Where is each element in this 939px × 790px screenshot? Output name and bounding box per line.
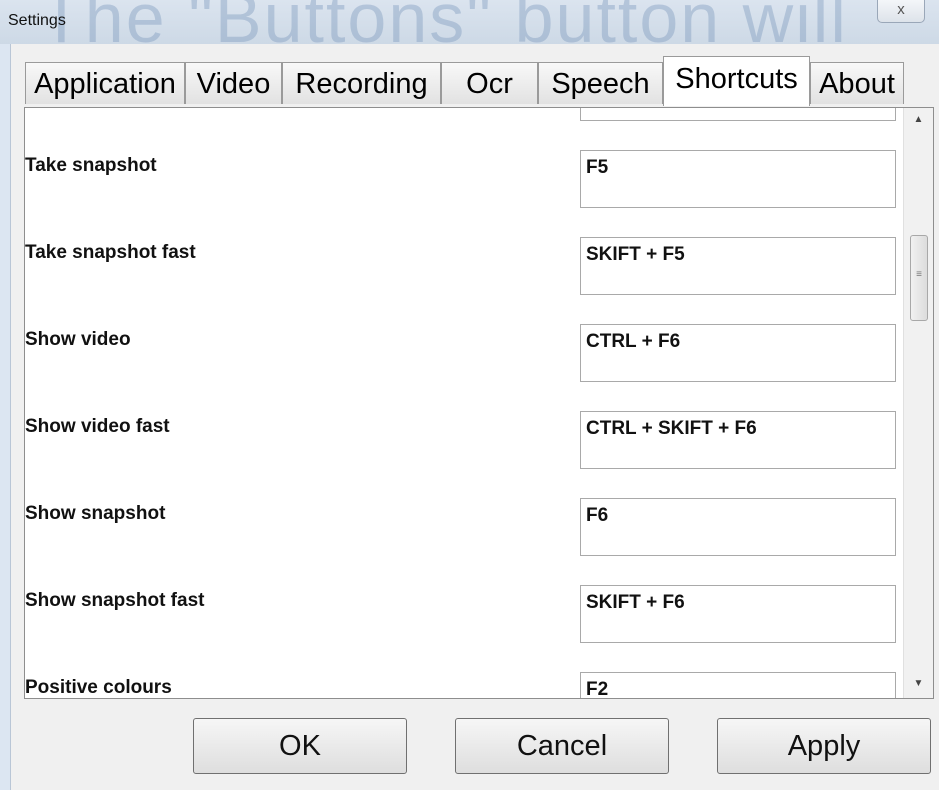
shortcut-row: Show snapshot fast SKIFT + F6 <box>25 556 903 644</box>
shortcut-row: Show video fast CTRL + SKIFT + F6 <box>25 382 903 470</box>
tab-application[interactable]: Application <box>25 62 185 104</box>
shortcut-field[interactable]: CTRL + SKIFT + F6 <box>580 411 896 469</box>
scroll-thumb[interactable]: ≡ <box>910 235 928 321</box>
shortcut-row: Show video CTRL + F6 <box>25 295 903 383</box>
grip-icon: ≡ <box>916 269 922 280</box>
shortcut-field[interactable]: SKIFT + F5 <box>580 237 896 295</box>
shortcut-label: Show video <box>25 329 131 350</box>
tab-shortcuts[interactable]: Shortcuts <box>663 56 810 106</box>
tab-speech[interactable]: Speech <box>538 62 663 104</box>
shortcut-row: Show snapshot F6 <box>25 469 903 557</box>
window-title: Settings <box>8 12 66 29</box>
shortcut-list: Take snapshot F5 Take snapshot fast SKIF… <box>25 108 903 698</box>
shortcut-label: Take snapshot fast <box>25 242 196 263</box>
ok-button[interactable]: OK <box>193 718 407 774</box>
cancel-button[interactable]: Cancel <box>455 718 669 774</box>
shortcut-field[interactable]: CTRL + F6 <box>580 324 896 382</box>
vertical-scrollbar[interactable]: ▲ ≡ ▼ <box>903 108 933 698</box>
shortcut-label: Show video fast <box>25 416 170 437</box>
settings-dialog: Application Video Recording Ocr Speech S… <box>11 44 939 790</box>
shortcut-field[interactable]: F5 <box>580 150 896 208</box>
shortcuts-panel: Take snapshot F5 Take snapshot fast SKIF… <box>24 107 934 699</box>
tab-about[interactable]: About <box>810 62 904 104</box>
shortcut-field[interactable]: F2 <box>580 672 896 698</box>
shortcut-row <box>25 108 903 122</box>
tab-video[interactable]: Video <box>185 62 282 104</box>
up-arrow-icon[interactable]: ▲ <box>904 110 933 130</box>
apply-button[interactable]: Apply <box>717 718 931 774</box>
close-button[interactable]: x <box>877 0 925 23</box>
background-ghost-text: The "Buttons" button will <box>40 0 848 44</box>
tab-ocr[interactable]: Ocr <box>441 62 538 104</box>
window-left-edge <box>0 44 11 790</box>
shortcut-field[interactable]: SKIFT + F6 <box>580 585 896 643</box>
close-icon: x <box>897 1 905 18</box>
shortcut-label: Positive colours <box>25 677 172 698</box>
shortcut-label: Show snapshot <box>25 503 166 524</box>
shortcut-label: Show snapshot fast <box>25 590 205 611</box>
shortcut-label: Take snapshot <box>25 155 157 176</box>
tab-recording[interactable]: Recording <box>282 62 441 104</box>
down-arrow-icon[interactable]: ▼ <box>904 674 933 694</box>
shortcut-field[interactable] <box>580 108 896 121</box>
title-bar: The "Buttons" button will Settings x <box>0 0 939 44</box>
shortcut-row: Take snapshot fast SKIFT + F5 <box>25 208 903 296</box>
shortcut-field[interactable]: F6 <box>580 498 896 556</box>
shortcut-row: Take snapshot F5 <box>25 121 903 209</box>
shortcut-row: Positive colours F2 <box>25 643 903 698</box>
